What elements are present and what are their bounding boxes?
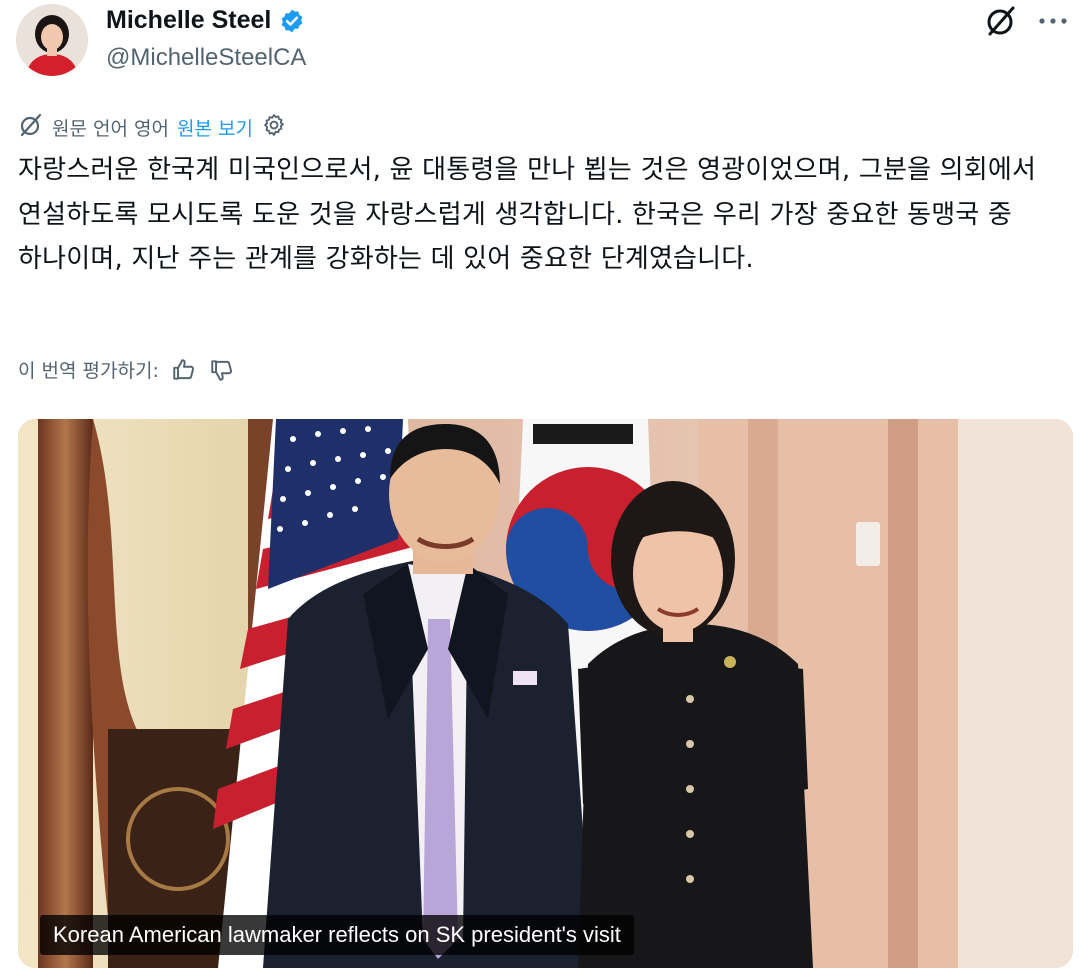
show-original-link[interactable]: 원본 보기 xyxy=(177,114,253,141)
thumbs-up-icon[interactable] xyxy=(171,357,197,383)
slash-circle-icon[interactable] xyxy=(984,4,1018,38)
post-media-photo[interactable]: Korean American lawmaker reflects on SK … xyxy=(18,419,1073,968)
media-caption: Korean American lawmaker reflects on SK … xyxy=(40,915,634,955)
verified-badge-icon xyxy=(279,8,305,34)
gear-icon[interactable] xyxy=(261,112,287,143)
author-name[interactable]: Michelle Steel xyxy=(106,6,271,35)
rate-translation: 이 번역 평가하기: xyxy=(18,356,235,383)
rate-translation-label: 이 번역 평가하기: xyxy=(18,360,159,382)
post-text: 자랑스러운 한국계 미국인으로서, 윤 대통령을 만나 뵙는 것은 영광이었으며… xyxy=(18,155,1037,274)
translation-notice: 원문 언어 영어 원본 보기 xyxy=(18,112,287,143)
thumbs-down-icon[interactable] xyxy=(209,357,235,383)
avatar[interactable] xyxy=(16,4,88,76)
author-handle[interactable]: @MichelleSteelCA xyxy=(106,44,306,72)
translation-source-label: 원문 언어 영어 xyxy=(52,118,169,140)
author-name-row: Michelle Steel xyxy=(106,6,305,35)
post-actions xyxy=(984,4,1068,38)
photo-illustration xyxy=(18,419,1073,968)
profile-photo xyxy=(16,4,88,76)
translate-icon xyxy=(18,112,44,143)
ellipsis-icon[interactable] xyxy=(1038,16,1068,26)
